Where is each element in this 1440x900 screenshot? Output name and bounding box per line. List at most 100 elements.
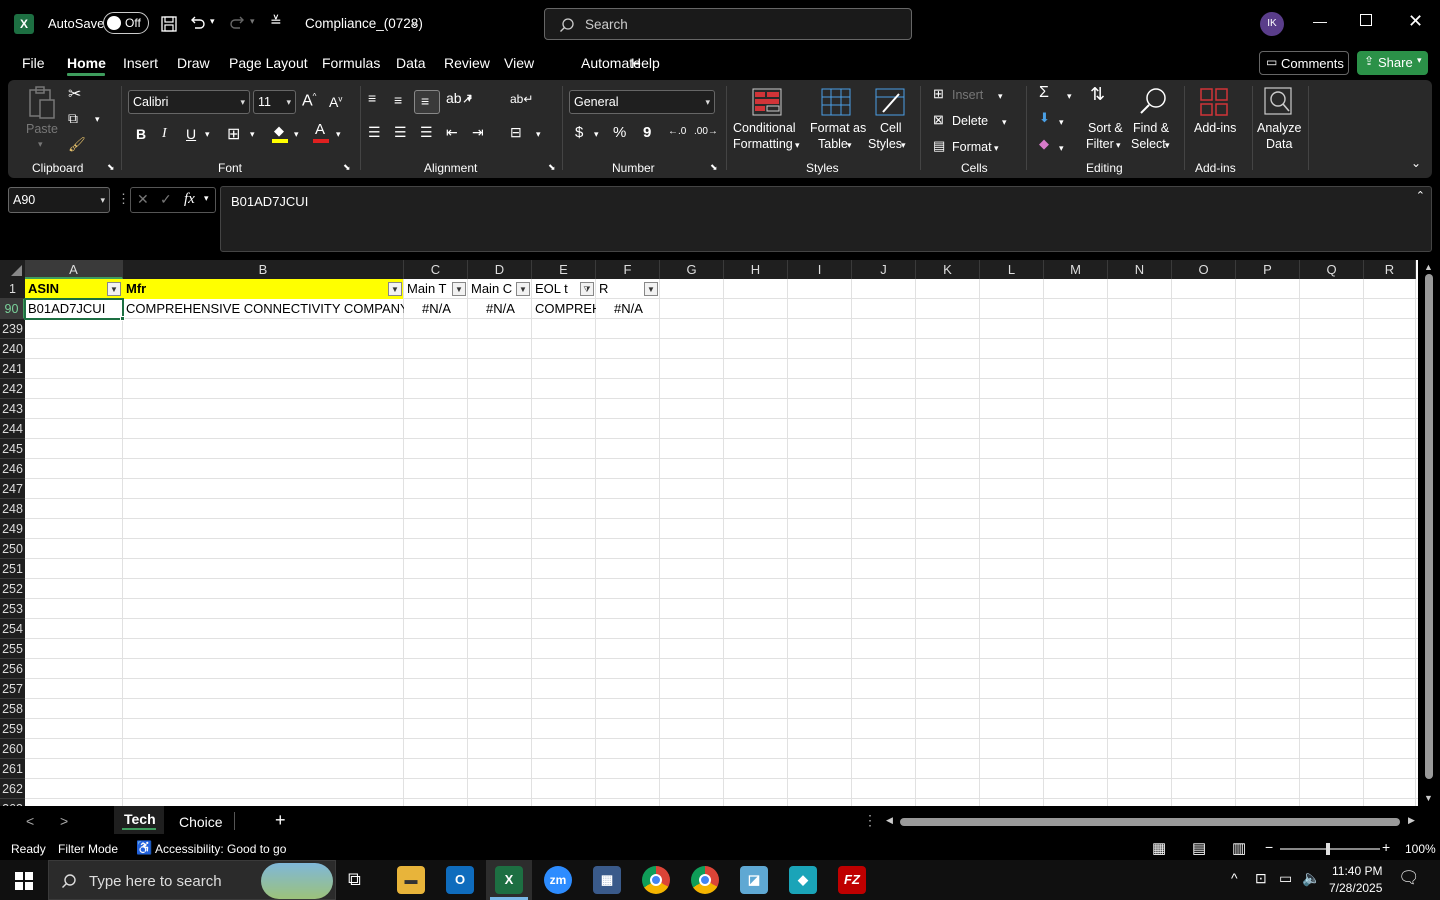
number-format-select[interactable]: General ▾ — [569, 90, 715, 114]
notifications-icon[interactable]: 🗨 — [1398, 868, 1420, 888]
file-explorer-icon[interactable]: ▬ — [397, 866, 425, 894]
filter-dropdown-icon[interactable]: ▼ — [516, 282, 530, 296]
tab-page-layout[interactable]: Page Layout — [229, 55, 308, 71]
column-header-r[interactable]: R — [1364, 260, 1416, 279]
format-painter-icon[interactable]: 🖌 — [68, 136, 86, 153]
merge-center-icon[interactable]: ⊟ — [510, 124, 522, 141]
row-header-240[interactable]: 240 — [0, 339, 25, 359]
column-header-l[interactable]: L — [980, 260, 1044, 279]
delete-cells-icon[interactable]: ⊠ — [933, 112, 944, 128]
worksheet-grid[interactable]: ABCDEFGHIJKLMNOPQR 1 90 239 240 241 242 243 244… — [0, 260, 1440, 806]
header-main-c[interactable]: Main C — [471, 279, 515, 299]
row-header-257[interactable]: 257 — [0, 679, 25, 699]
row-header-239[interactable]: 239 — [0, 319, 25, 339]
task-view-icon[interactable]: ⧉ — [348, 869, 361, 890]
row-header-255[interactable]: 255 — [0, 639, 25, 659]
decrease-decimal-icon[interactable]: .00→ — [694, 126, 718, 137]
cut-icon[interactable]: ✂ — [68, 84, 81, 104]
paste-icon[interactable] — [28, 86, 56, 120]
currency-dropdown-icon[interactable]: ▾ — [594, 129, 599, 140]
row-header-247[interactable]: 247 — [0, 479, 25, 499]
tab-file[interactable]: File — [22, 55, 45, 71]
sheet-tab-tech[interactable]: Tech — [114, 806, 164, 834]
collapse-formula-icon[interactable]: ⌃ — [1416, 189, 1425, 202]
chevron-down-icon[interactable]: ▾ — [1067, 88, 1072, 104]
title-dropdown-icon[interactable]: ⌄ — [410, 16, 419, 29]
delete-cells-label[interactable]: Delete — [952, 113, 988, 129]
row-header-241[interactable]: 241 — [0, 359, 25, 379]
row-header-249[interactable]: 249 — [0, 519, 25, 539]
wrap-text-icon[interactable]: ab↵ — [510, 92, 533, 106]
row-header-256[interactable]: 256 — [0, 659, 25, 679]
chevron-down-icon[interactable]: ▾ — [1059, 140, 1064, 156]
filter-active-icon[interactable]: ⧩ — [580, 282, 594, 296]
user-avatar[interactable]: IK — [1260, 12, 1284, 36]
tab-data[interactable]: Data — [396, 55, 426, 71]
restore-icon[interactable] — [1360, 14, 1372, 26]
row-header-90[interactable]: 90 — [0, 299, 25, 319]
format-as-table-label[interactable]: Format as — [810, 120, 866, 136]
underline-dropdown-icon[interactable]: ▾ — [205, 129, 210, 140]
fill-color-icon[interactable]: ◆ — [272, 123, 288, 143]
tab-view[interactable]: View — [504, 55, 534, 71]
prev-sheet-icon[interactable]: < — [26, 813, 34, 829]
tab-draw[interactable]: Draw — [177, 55, 210, 71]
next-sheet-icon[interactable]: > — [60, 813, 68, 829]
filter-dropdown-icon[interactable]: ▼ — [644, 282, 658, 296]
paste-label[interactable]: Paste — [26, 121, 58, 137]
font-color-dropdown-icon[interactable]: ▾ — [336, 129, 341, 140]
insert-function-button[interactable]: fx — [184, 191, 195, 208]
vertical-scrollbar[interactable]: ▲ ▼ — [1418, 260, 1440, 806]
calculator-icon[interactable]: ▦ — [593, 866, 621, 894]
scroll-up-icon[interactable]: ▲ — [1424, 262, 1433, 272]
row-header-244[interactable]: 244 — [0, 419, 25, 439]
copy-icon[interactable]: ⧉ — [68, 110, 78, 127]
tab-formulas[interactable]: Formulas — [322, 55, 380, 71]
enter-icon[interactable]: ✓ — [160, 191, 172, 208]
horizontal-scroll-thumb[interactable] — [900, 818, 1400, 826]
underline-button[interactable]: U — [186, 126, 196, 142]
filezilla-icon[interactable]: FZ — [838, 866, 866, 894]
format-cells-icon[interactable]: ▤ — [933, 138, 945, 154]
row-header-258[interactable]: 258 — [0, 699, 25, 719]
zoom-slider[interactable] — [1280, 843, 1380, 855]
analyze-data-label[interactable]: Analyze — [1257, 120, 1301, 136]
chevron-down-icon[interactable]: ▾ — [998, 88, 1003, 104]
increase-decimal-icon[interactable]: ←.0 — [668, 126, 686, 137]
chevron-down-icon[interactable]: ▾ — [1002, 114, 1007, 130]
column-header-e[interactable]: E — [532, 260, 596, 279]
column-header-g[interactable]: G — [660, 260, 724, 279]
column-header-c[interactable]: C — [404, 260, 468, 279]
scroll-left-icon[interactable]: ◀ — [886, 815, 893, 826]
format-cells-label[interactable]: Format — [952, 139, 992, 155]
more-icon[interactable]: ⋮ — [117, 191, 130, 207]
chevron-down-icon[interactable]: ▾ — [901, 137, 906, 153]
cell-f90[interactable]: #N/A — [597, 299, 660, 319]
align-center-icon[interactable]: ☰ — [394, 124, 407, 141]
select-all-corner[interactable] — [0, 260, 25, 279]
cell-e90[interactable]: COMPREH — [535, 299, 596, 319]
column-header-i[interactable]: I — [788, 260, 852, 279]
zoom-in-icon[interactable]: + — [1382, 839, 1390, 855]
borders-icon[interactable]: ⊞ — [227, 124, 240, 144]
formula-input[interactable]: B01AD7JCUI ⌃ — [220, 186, 1432, 252]
row-header-259[interactable]: 259 — [0, 719, 25, 739]
column-header-d[interactable]: D — [468, 260, 532, 279]
chrome-icon[interactable] — [642, 866, 670, 894]
cancel-icon[interactable]: ✕ — [137, 191, 149, 208]
document-title[interactable]: Compliance_(0728) — [305, 16, 423, 31]
scroll-down-icon[interactable]: ▼ — [1424, 793, 1433, 803]
volume-icon[interactable]: 🔈 — [1302, 869, 1321, 887]
borders-dropdown-icon[interactable]: ▾ — [250, 129, 255, 140]
autosum-icon[interactable]: Σ — [1039, 84, 1049, 102]
zoom-out-icon[interactable]: − — [1265, 839, 1273, 855]
page-layout-view-icon[interactable]: ▤ — [1192, 839, 1206, 857]
currency-icon[interactable]: $ — [575, 124, 583, 141]
customize-qat-icon[interactable]: ≚ — [270, 13, 282, 30]
header-mfr[interactable]: Mfr — [126, 279, 366, 299]
column-header-a[interactable]: A — [25, 260, 123, 279]
column-header-q[interactable]: Q — [1300, 260, 1364, 279]
analyze-data-label-2[interactable]: Data — [1266, 136, 1292, 152]
show-hidden-icons[interactable]: ^ — [1231, 870, 1238, 886]
chevron-down-icon[interactable]: ▾ — [1165, 137, 1170, 153]
